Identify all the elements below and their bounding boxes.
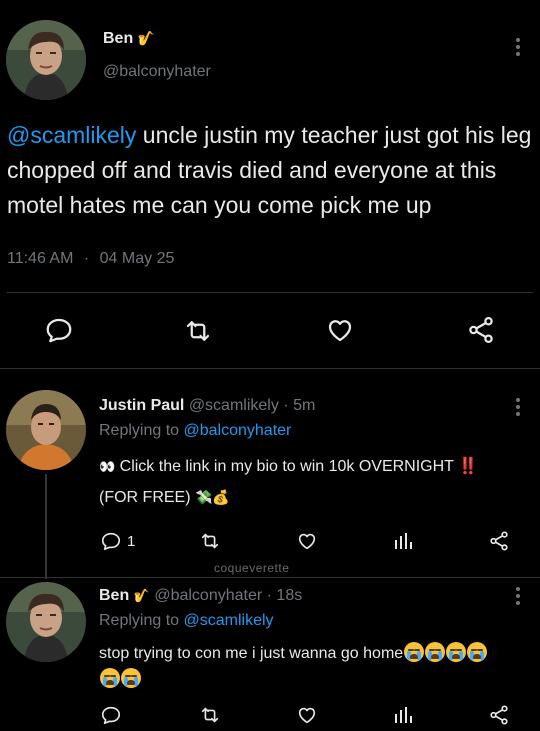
loudly-crying-emoji-icon [404,642,425,662]
reply2-replying-to: Replying to @scamlikely [99,612,274,630]
author-name[interactable]: Ben [103,30,133,47]
like-icon[interactable] [325,315,355,345]
avatar-ben[interactable] [6,20,86,100]
tweet-text: @scamlikely uncle justin my teacher just… [7,118,535,223]
eyes-emoji-icon: 👀 [99,459,116,474]
loudly-crying-emoji-icon [100,668,120,688]
share-icon[interactable] [466,315,496,345]
divider [0,577,540,578]
reply2-age[interactable]: 18s [276,587,302,604]
replying-label: Replying to [99,422,184,439]
retweet-icon[interactable] [199,530,221,552]
like-icon[interactable] [296,704,318,726]
reply2-handle[interactable]: @balconyhater [154,587,262,604]
reply1-replying-to: Replying to @balconyhater [99,422,291,440]
more-options-icon[interactable] [508,38,528,56]
divider [7,292,533,293]
divider [0,368,540,369]
replying-to-link[interactable]: @balconyhater [184,422,292,439]
retweet-icon[interactable] [183,316,213,346]
reply2-header: Ben 🎷 @balconyhater · 18s [99,587,302,605]
money-emoji-icon: 💸💰 [195,489,230,505]
separator-dot: · [283,397,289,414]
retweet-icon[interactable] [199,704,221,726]
tweet-time[interactable]: 11:46 AM [7,250,73,267]
loudly-crying-emoji-icon [467,642,488,662]
reply-icon[interactable] [44,315,74,345]
thread-line [45,474,47,579]
replying-label: Replying to [99,612,184,629]
separator-dot: · [266,587,272,604]
watermark: coqueverette [214,561,290,575]
views-icon[interactable] [393,705,413,725]
more-options-icon[interactable] [508,587,528,605]
saxophone-emoji-icon: 🎷 [137,30,156,46]
share-icon[interactable] [488,704,510,726]
tweet-date[interactable]: 04 May 25 [100,250,175,267]
like-icon[interactable] [296,530,318,552]
author-handle[interactable]: @balconyhater [103,63,211,81]
avatar-ben[interactable] [6,582,86,662]
separator-dot: · [83,250,90,267]
reply-icon[interactable] [100,704,122,726]
reply1-age[interactable]: 5m [293,397,315,414]
share-icon[interactable] [488,530,510,552]
saxophone-emoji-icon: 🎷 [133,588,150,603]
double-exclamation-emoji-icon: ‼️ [458,458,479,475]
reply1-author-name[interactable]: Justin Paul [99,397,184,414]
reply1-handle[interactable]: @scamlikely [189,397,279,414]
reply-count: 1 [127,533,136,550]
timestamp-row: 11:46 AM · 04 May 25 [7,250,174,268]
avatar-justin-paul[interactable] [6,390,86,470]
reply2-author-name[interactable]: Ben [99,587,129,604]
reply-icon[interactable] [100,530,122,552]
reply2-text: stop trying to con me i just wanna go ho… [99,641,524,693]
author-name-row: Ben 🎷 [103,30,155,48]
reply1-body-line2: (FOR FREE) [99,489,195,506]
loudly-crying-emoji-icon [121,668,141,688]
reply1-header: Justin Paul @scamlikely · 5m [99,397,315,415]
views-icon[interactable] [393,531,413,551]
more-options-icon[interactable] [508,398,528,416]
reply2-body: stop trying to con me i just wanna go ho… [99,645,404,662]
replying-to-link[interactable]: @scamlikely [184,612,274,629]
reply1-text: 👀 Click the link in my bio to win 10k OV… [99,452,524,513]
mention-link[interactable]: @scamlikely [7,122,136,148]
loudly-crying-emoji-icon [446,642,467,662]
reply1-body: Click the link in my bio to win 10k OVER… [115,458,459,475]
loudly-crying-emoji-icon [425,642,446,662]
